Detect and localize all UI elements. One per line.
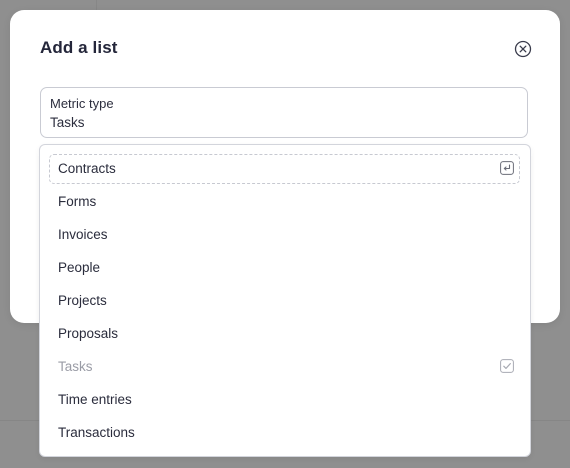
close-button[interactable]	[514, 40, 532, 58]
option-tasks[interactable]: Tasks	[49, 352, 520, 382]
option-label: Proposals	[58, 326, 119, 341]
option-proposals[interactable]: Proposals	[49, 319, 520, 349]
select-value: Tasks	[50, 115, 85, 130]
option-time-entries[interactable]: Time entries	[49, 385, 520, 415]
close-circle-icon	[514, 40, 532, 58]
option-label: Transactions	[58, 425, 135, 440]
option-transactions[interactable]: Transactions	[49, 418, 520, 448]
option-contracts[interactable]: Contracts	[49, 154, 520, 184]
option-people[interactable]: People	[49, 253, 520, 283]
option-forms[interactable]: Forms	[49, 187, 520, 217]
modal-title: Add a list	[40, 38, 118, 57]
option-label: Contracts	[58, 161, 116, 176]
option-label: People	[58, 260, 101, 275]
option-projects[interactable]: Projects	[49, 286, 520, 316]
background-divider	[96, 0, 97, 10]
option-label: Projects	[58, 293, 107, 308]
option-label: Invoices	[58, 227, 108, 242]
option-label: Time entries	[58, 392, 132, 407]
metric-type-select[interactable]: Metric type Tasks	[40, 87, 528, 138]
metric-type-dropdown: Contracts Forms Invoices People Projects…	[39, 144, 531, 457]
select-label: Metric type	[50, 96, 114, 111]
option-invoices[interactable]: Invoices	[49, 220, 520, 250]
option-label: Tasks	[58, 359, 93, 374]
checkbox-checked-icon	[500, 359, 514, 373]
enter-key-icon	[500, 161, 514, 175]
option-label: Forms	[58, 194, 97, 209]
